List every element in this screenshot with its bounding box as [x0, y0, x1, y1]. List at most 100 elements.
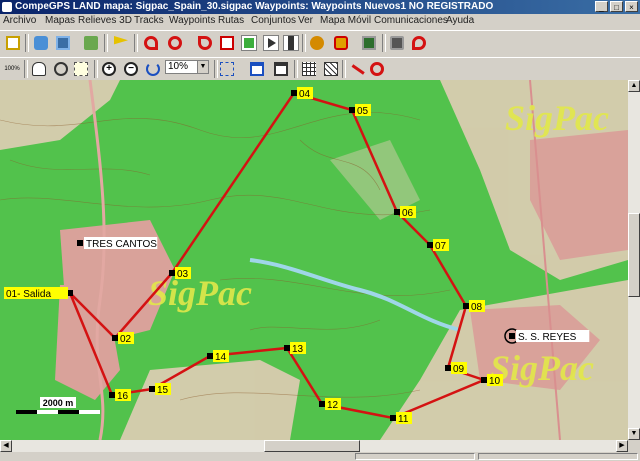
waypoint-label[interactable]: 15	[157, 385, 169, 396]
waypoint-label[interactable]: 03	[177, 269, 189, 280]
waypoint-marker[interactable]	[445, 365, 451, 371]
menu-mapa-movil[interactable]: Mapa Móvil	[320, 15, 371, 26]
waypoint-marker[interactable]	[394, 209, 400, 215]
zoom-select[interactable]: 10% ▼	[165, 60, 209, 74]
waypoint-marker[interactable]	[169, 270, 175, 276]
waypoint-label[interactable]: 14	[215, 352, 227, 363]
scroll-up-button[interactable]: ▲	[628, 80, 640, 92]
track-edit-button[interactable]	[196, 34, 214, 52]
scroll-thumb[interactable]	[264, 440, 360, 452]
horizontal-scrollbar[interactable]: ◀ ▶	[0, 440, 628, 452]
menu-archivo[interactable]: Archivo	[3, 15, 36, 26]
close-button[interactable]: ×	[625, 1, 638, 12]
map-view[interactable]: SigPac SigPac SigPac TRES CANTOS S. S. REYE…	[0, 80, 628, 440]
waypoint-marker[interactable]	[427, 242, 433, 248]
route-options-button[interactable]	[332, 34, 350, 52]
menu-conjuntos[interactable]: Conjuntos	[251, 15, 296, 26]
route-open-button[interactable]	[308, 34, 326, 52]
relief-3d-icon	[362, 36, 376, 50]
zoom-out-button[interactable]: −	[122, 60, 140, 78]
scroll-down-button[interactable]: ▼	[628, 428, 640, 440]
map-canvas[interactable]: SigPac SigPac SigPac TRES CANTOS S. S. REYE…	[0, 80, 628, 440]
track-draw-button[interactable]	[345, 60, 365, 84]
waypoint-label[interactable]: 05	[357, 106, 369, 117]
map-tools-button[interactable]	[82, 34, 100, 52]
waypoint-label[interactable]: 16	[117, 391, 129, 402]
zoom-in-button[interactable]: +	[100, 60, 118, 78]
town-label: S. S. REYES	[518, 332, 577, 343]
menu-rutas[interactable]: Rutas	[218, 15, 244, 26]
waypoint-label[interactable]: 10	[489, 376, 501, 387]
waypoint-label[interactable]: 12	[327, 400, 339, 411]
waypoint-marker[interactable]	[390, 415, 396, 421]
menu-comunicaciones[interactable]: Comunicaciones	[374, 15, 448, 26]
waypoint-marker[interactable]	[319, 401, 325, 407]
waypoint-marker[interactable]	[463, 303, 469, 309]
map-list-button[interactable]	[272, 60, 290, 78]
waypoint-label[interactable]: 06	[402, 208, 414, 219]
waypoint-tool-button[interactable]	[112, 34, 130, 52]
play-button[interactable]	[262, 34, 280, 52]
menu-ver[interactable]: Ver	[298, 15, 313, 26]
track-delete-button[interactable]	[368, 60, 386, 78]
waypoint-label[interactable]: 01- Salida	[6, 289, 51, 300]
track-delete-icon	[370, 62, 384, 76]
menu-tracks[interactable]: Tracks	[134, 15, 164, 26]
stop-button[interactable]	[240, 34, 258, 52]
waypoint-marker[interactable]	[149, 386, 155, 392]
town-marker	[77, 240, 83, 246]
vertical-scrollbar[interactable]: ▲ ▼	[628, 80, 640, 440]
waypoint-label[interactable]: 07	[435, 241, 447, 252]
zoom-100-icon: 100%	[4, 66, 20, 72]
gps-receive-button[interactable]	[410, 34, 428, 52]
waypoint-marker[interactable]	[284, 345, 290, 351]
waypoint-marker[interactable]	[207, 353, 213, 359]
waypoint-marker[interactable]	[349, 107, 355, 113]
waypoint-marker[interactable]	[109, 392, 115, 398]
grid-button[interactable]	[300, 60, 318, 78]
track-record-button[interactable]	[218, 34, 236, 52]
hand-pan-button[interactable]	[30, 60, 48, 78]
track-options-icon	[168, 36, 182, 50]
relief-3d-button[interactable]	[360, 34, 378, 52]
minimize-button[interactable]: _	[595, 1, 608, 12]
map-options-button[interactable]	[54, 34, 72, 52]
window-controls: _ □ ×	[595, 1, 638, 12]
menu-mapas[interactable]: Mapas	[45, 15, 75, 26]
refresh-button[interactable]	[144, 60, 162, 78]
menu-relieves-3d[interactable]: Relieves 3D	[78, 15, 132, 26]
menu-ayuda[interactable]: Ayuda	[446, 15, 474, 26]
waypoint-label[interactable]: 08	[471, 302, 483, 313]
chevron-down-icon[interactable]: ▼	[197, 61, 208, 73]
new-map-button[interactable]	[4, 34, 22, 52]
map-window-button[interactable]	[248, 60, 266, 78]
waypoint-label[interactable]: 02	[120, 334, 132, 345]
maximize-button[interactable]: □	[610, 1, 623, 12]
waypoint-label[interactable]: 11	[398, 414, 409, 425]
waypoint-label[interactable]: 09	[453, 364, 465, 375]
fit-button[interactable]	[218, 60, 236, 78]
select-area-button[interactable]	[72, 60, 90, 78]
toolbar-separator	[302, 34, 306, 52]
crosshair-icon	[54, 62, 68, 76]
gps-send-button[interactable]	[388, 34, 406, 52]
toolbar-separator	[25, 34, 29, 52]
menu-waypoints[interactable]: Waypoints	[169, 15, 215, 26]
waypoint-label[interactable]: 04	[299, 89, 311, 100]
waypoint-marker[interactable]	[291, 90, 297, 96]
route-icon	[310, 36, 324, 50]
scroll-thumb[interactable]	[628, 213, 640, 297]
open-track-button[interactable]	[142, 34, 160, 52]
center-button[interactable]	[52, 60, 70, 78]
zoom-100-button[interactable]: 100%	[3, 60, 21, 78]
selection-icon	[74, 62, 88, 76]
scroll-left-button[interactable]: ◀	[0, 440, 12, 452]
graticule-button[interactable]	[322, 60, 340, 78]
waypoint-marker[interactable]	[112, 335, 118, 341]
open-map-button[interactable]	[32, 34, 50, 52]
track-options-button[interactable]	[166, 34, 184, 52]
waypoint-label[interactable]: 13	[292, 344, 304, 355]
waypoint-marker[interactable]	[481, 377, 487, 383]
pause-button[interactable]	[282, 34, 300, 52]
scroll-right-button[interactable]: ▶	[616, 440, 628, 452]
